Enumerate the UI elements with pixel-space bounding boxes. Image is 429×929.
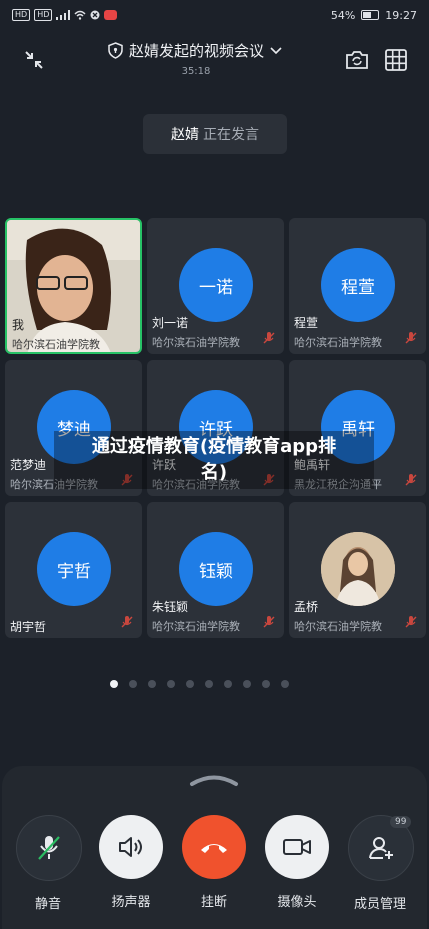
member-count-badge: 99	[390, 816, 412, 828]
participant-name: 我	[12, 318, 25, 332]
members-label: 成员管理	[353, 897, 406, 912]
mute-button[interactable]: 静音	[16, 815, 82, 912]
page-dot[interactable]	[110, 680, 118, 688]
page-indicator	[110, 680, 289, 688]
mic-muted-icon	[263, 332, 275, 344]
page-dot[interactable]	[186, 680, 194, 688]
meeting-title: 赵婧发起的视频会议	[128, 42, 264, 60]
mute-label: 静音	[34, 897, 61, 912]
participant-org: 哈尔滨石油学院教	[294, 620, 382, 633]
page-dot[interactable]	[129, 680, 137, 688]
battery-percent: 54%	[330, 8, 356, 22]
hang-up-icon	[182, 815, 246, 879]
self-video-feed	[7, 220, 140, 352]
hd-badge-2: HD	[34, 9, 53, 21]
speaker-status: 正在发言	[203, 127, 259, 143]
mic-muted-icon	[16, 815, 82, 881]
mic-muted-icon	[405, 616, 417, 628]
speaker-icon	[99, 815, 163, 879]
speaker-label: 扬声器	[111, 895, 151, 910]
battery-icon	[361, 10, 380, 20]
camera-button[interactable]: 摄像头	[265, 815, 329, 910]
participant-org: 哈尔滨石油学院教	[294, 336, 382, 349]
hd-badge-1: HD	[12, 9, 31, 21]
participant-tile[interactable]: 程萱 程萱 哈尔滨石油学院教	[289, 218, 426, 354]
participant-photo-avatar	[321, 532, 395, 606]
participant-org: 哈尔滨石油学院教	[152, 620, 240, 633]
overlay-caption: 通过疫情教育(疫情教育app排 名)	[54, 431, 374, 489]
meeting-duration: 35:18	[181, 66, 211, 77]
camera-icon	[265, 815, 329, 879]
participant-avatar: 一诺	[179, 248, 253, 322]
chevron-down-icon	[270, 46, 282, 54]
status-bar: HD HD 54% 19:27	[0, 0, 429, 30]
participant-avatar: 宇哲	[37, 532, 111, 606]
participant-name: 孟桥	[294, 600, 319, 614]
vpn-icon	[90, 10, 100, 20]
participant-name: 范梦迪	[10, 458, 47, 472]
speaker-button[interactable]: 扬声器	[99, 815, 163, 910]
participant-tile[interactable]: 钰颖 朱钰颖 哈尔滨石油学院教	[147, 502, 284, 638]
hang-up-label: 挂断	[200, 895, 227, 910]
mic-muted-icon	[405, 474, 417, 486]
shield-icon	[108, 42, 123, 59]
page-dot[interactable]	[167, 680, 175, 688]
page-dot[interactable]	[148, 680, 156, 688]
notification-badge-icon	[104, 10, 118, 20]
mic-muted-icon	[405, 332, 417, 344]
participant-tile[interactable]: 宇哲 胡宇哲	[5, 502, 142, 638]
collapse-icon[interactable]	[20, 46, 48, 74]
members-button[interactable]: 成员管理	[348, 815, 414, 912]
overlay-caption-line-2: 名)	[200, 462, 228, 483]
page-dot[interactable]	[224, 680, 232, 688]
speaker-name: 赵婧	[171, 127, 199, 143]
participant-org: 哈尔滨石油学院教	[12, 338, 100, 351]
participant-name: 朱钰颖	[152, 600, 189, 614]
page-dot[interactable]	[281, 680, 289, 688]
clock: 19:27	[385, 8, 417, 22]
mic-muted-icon	[263, 616, 275, 628]
mic-muted-icon	[121, 616, 133, 628]
participant-org: 哈尔滨石油学院教	[152, 336, 240, 349]
meeting-header: 赵婧发起的视频会议 35:18	[0, 30, 429, 90]
switch-camera-icon[interactable]	[344, 47, 370, 73]
overlay-caption-line-1: 通过疫情教育(疫情教育app排	[91, 436, 337, 457]
participant-tile[interactable]: 一诺 刘一诺 哈尔滨石油学院教	[147, 218, 284, 354]
meeting-title-group[interactable]: 赵婧发起的视频会议	[95, 40, 295, 61]
hang-up-button[interactable]: 挂断	[182, 815, 246, 910]
page-dot[interactable]	[243, 680, 251, 688]
participant-name: 程萱	[294, 316, 319, 330]
page-dot[interactable]	[205, 680, 213, 688]
participant-tile[interactable]: 我 哈尔滨石油学院教	[5, 218, 142, 354]
participant-tile[interactable]: 孟桥 哈尔滨石油学院教	[289, 502, 426, 638]
participant-avatar: 钰颖	[179, 532, 253, 606]
grid-view-icon[interactable]	[383, 47, 409, 73]
signal-icon	[56, 10, 71, 20]
participant-name: 胡宇哲	[10, 620, 47, 634]
page-dot[interactable]	[262, 680, 270, 688]
camera-label: 摄像头	[277, 895, 317, 910]
panel-handle-icon[interactable]	[188, 773, 240, 787]
wifi-icon	[74, 10, 86, 20]
participant-avatar: 程萱	[321, 248, 395, 322]
speaking-indicator: 赵婧 正在发言	[143, 114, 287, 154]
participant-name: 刘一诺	[152, 316, 189, 330]
